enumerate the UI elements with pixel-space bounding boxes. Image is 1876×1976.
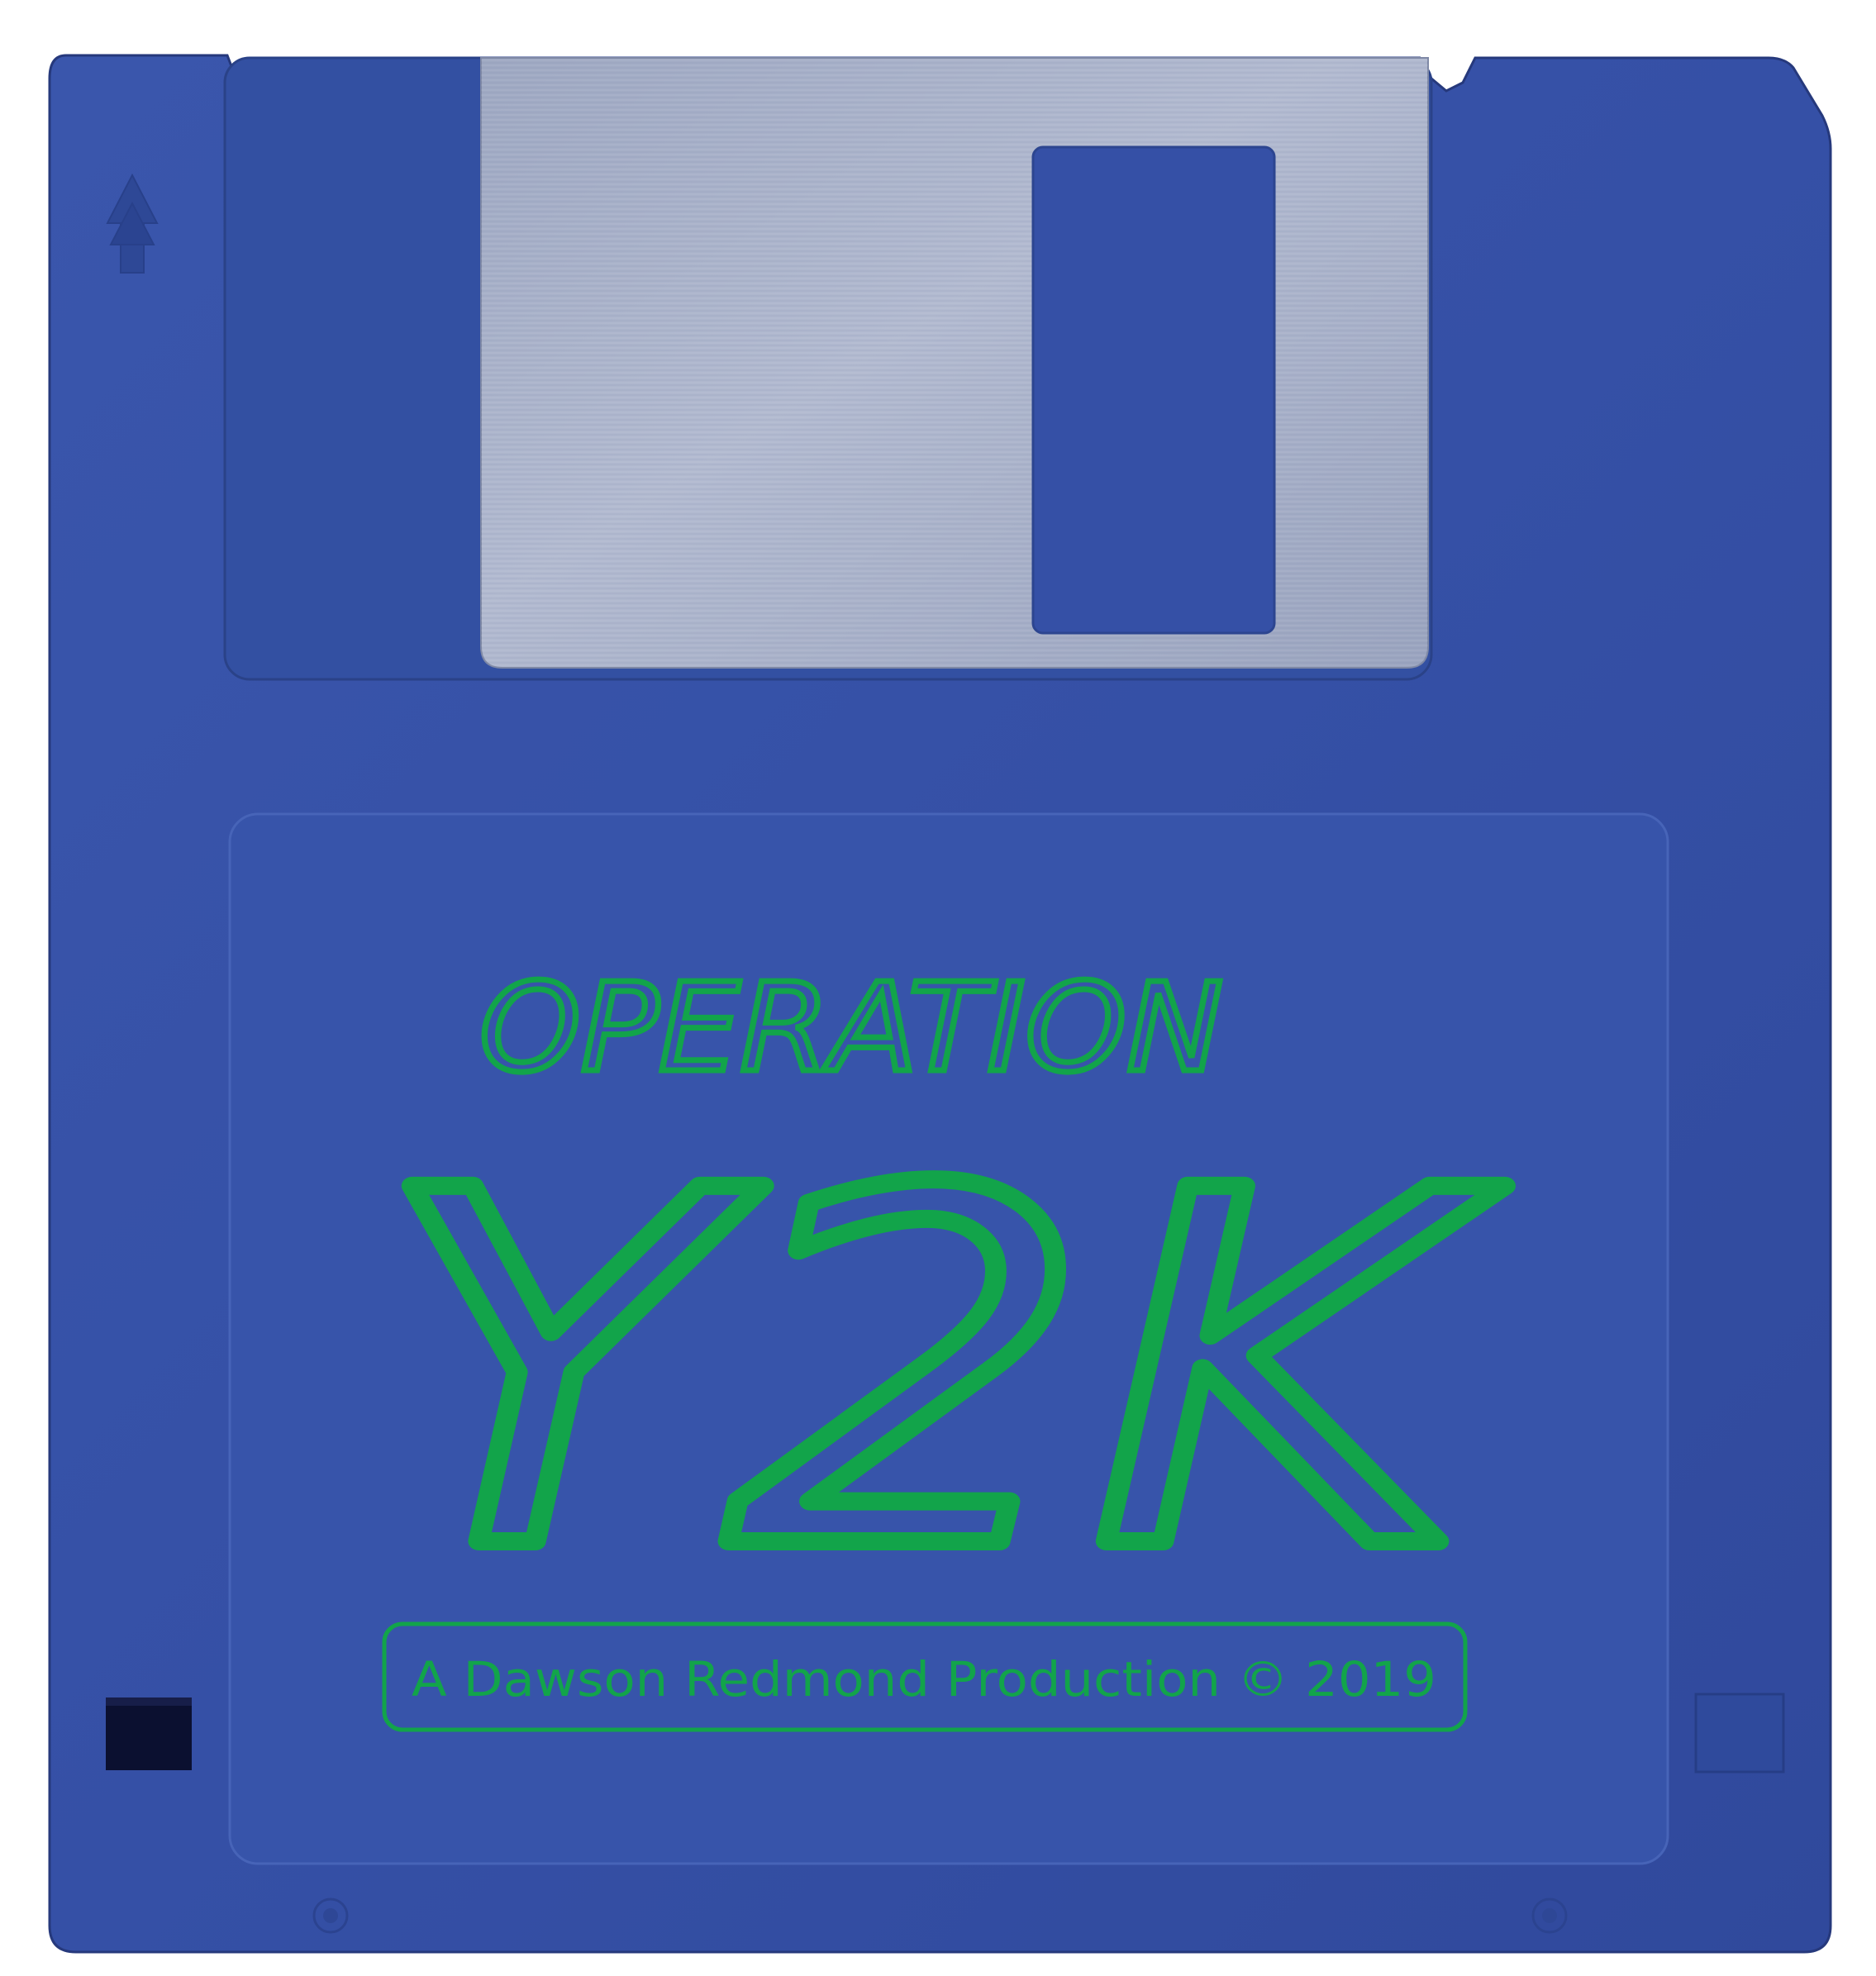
- title-y2k: Y2K: [376, 1089, 1512, 1657]
- density-hole: [1694, 1693, 1785, 1774]
- write-protect-hole: [106, 1697, 192, 1770]
- title-operation: OPERATION: [479, 957, 1223, 1099]
- credit-text: A Dawson Redmond Production © 2019: [412, 1651, 1436, 1707]
- floppy-disk-artwork: OPERATION Y2K A Dawson Redmond Productio…: [48, 54, 1832, 1954]
- shutter-window: [1031, 145, 1276, 635]
